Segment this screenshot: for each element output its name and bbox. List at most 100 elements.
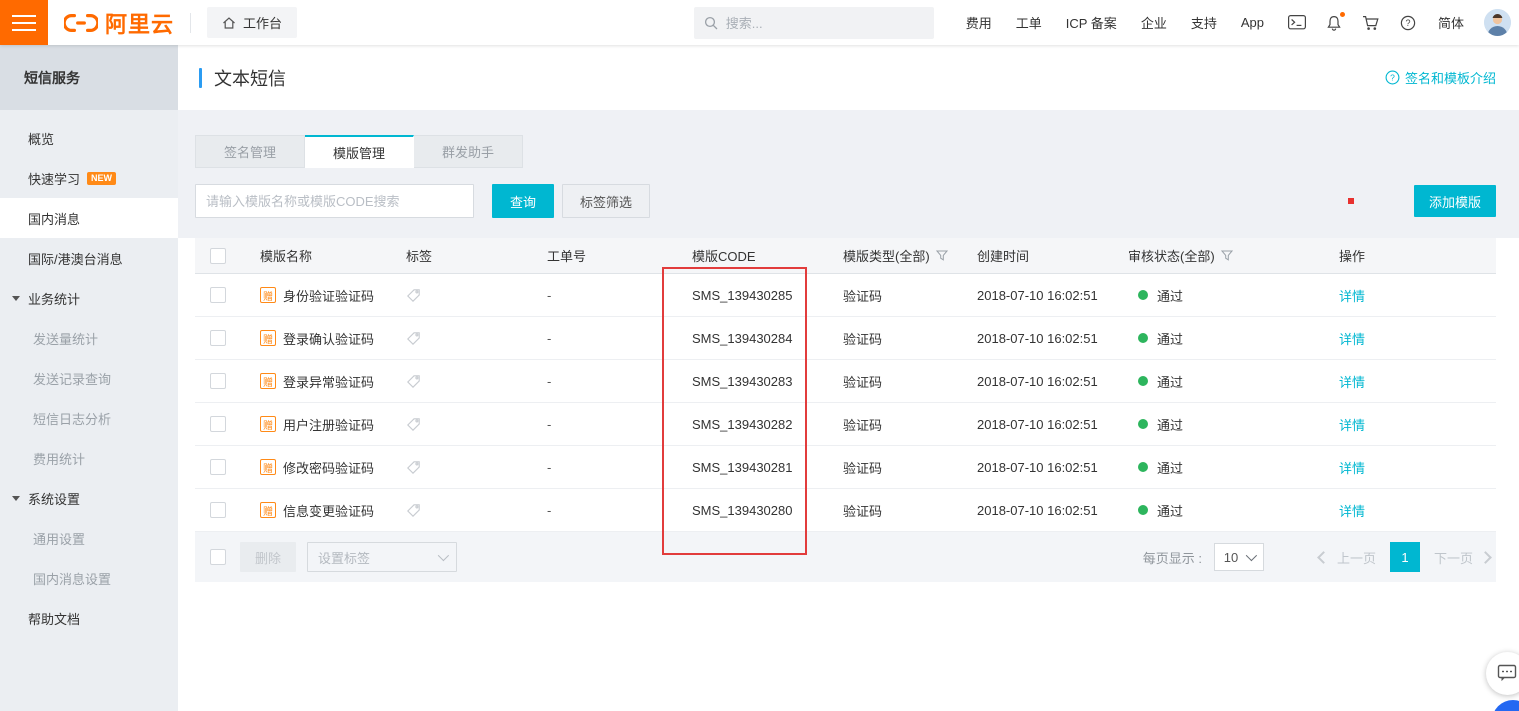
table-row: 赠登录异常验证码-SMS_139430283验证码2018-07-10 16:0…: [195, 360, 1496, 403]
tag-cell: [391, 417, 532, 432]
page-size-label: 每页显示 :: [1143, 548, 1202, 567]
table-row: 赠用户注册验证码-SMS_139430282验证码2018-07-10 16:0…: [195, 403, 1496, 446]
brand-name: 阿里云: [105, 7, 174, 39]
svg-text:?: ?: [1405, 18, 1410, 28]
help-icon[interactable]: ?: [1400, 15, 1416, 31]
sidebar-item[interactable]: 系统设置: [0, 478, 178, 518]
hamburger-menu-button[interactable]: [0, 0, 48, 45]
add-template-button[interactable]: 添加模版: [1414, 185, 1496, 217]
sidebar-item[interactable]: 发送记录查询: [0, 358, 178, 398]
topnav-search-input[interactable]: 搜索...: [694, 7, 934, 39]
column-header: 标签: [391, 246, 532, 265]
tag-icon[interactable]: [406, 460, 421, 475]
template-type-cell: 验证码: [828, 501, 962, 520]
sidebar-item[interactable]: 业务统计: [0, 278, 178, 318]
detail-link[interactable]: 详情: [1339, 415, 1365, 434]
tab-item[interactable]: 群发助手: [414, 135, 523, 168]
signature-template-intro-link[interactable]: ? 签名和模板介绍: [1385, 68, 1496, 87]
next-page-arrow-icon[interactable]: [1479, 551, 1492, 564]
template-type-cell: 验证码: [828, 329, 962, 348]
row-checkbox[interactable]: [210, 416, 226, 432]
column-label: 模版类型(全部): [843, 246, 930, 265]
avatar[interactable]: [1484, 9, 1511, 36]
set-tag-select[interactable]: 设置标签: [307, 542, 457, 572]
page-size-select[interactable]: 10: [1214, 543, 1264, 571]
tag-icon[interactable]: [406, 331, 421, 346]
workbench-button[interactable]: 工作台: [207, 7, 297, 38]
topnav-item[interactable]: App: [1241, 15, 1264, 30]
status-label: 通过: [1157, 329, 1183, 348]
sidebar-item[interactable]: 通用设置: [0, 518, 178, 558]
sidebar-item[interactable]: 短信日志分析: [0, 398, 178, 438]
filter-icon[interactable]: [1221, 250, 1233, 261]
detail-link[interactable]: 详情: [1339, 286, 1365, 305]
next-page-button[interactable]: 下一页: [1434, 548, 1473, 567]
topnav-item[interactable]: 支持: [1191, 13, 1217, 32]
sidebar-item[interactable]: 概览: [0, 118, 178, 158]
tab-active[interactable]: 模版管理: [305, 135, 414, 168]
ticket-cell: -: [532, 331, 677, 346]
detail-link[interactable]: 详情: [1339, 458, 1365, 477]
tag-icon[interactable]: [406, 503, 421, 518]
row-checkbox[interactable]: [210, 330, 226, 346]
gift-template-icon: 赠: [260, 287, 276, 303]
action-cell: 详情: [1324, 329, 1496, 348]
status-label: 通过: [1157, 286, 1183, 305]
prev-page-arrow-icon[interactable]: [1317, 551, 1330, 564]
row-checkbox[interactable]: [210, 373, 226, 389]
tag-filter-button[interactable]: 标签筛选: [562, 184, 650, 218]
locale-switch[interactable]: 简体: [1438, 13, 1464, 32]
row-checkbox[interactable]: [210, 287, 226, 303]
detail-link[interactable]: 详情: [1339, 501, 1365, 520]
row-checkbox[interactable]: [210, 459, 226, 475]
delete-button[interactable]: 删除: [240, 542, 296, 572]
table-row: 赠信息变更验证码-SMS_139430280验证码2018-07-10 16:0…: [195, 489, 1496, 532]
topnav-item[interactable]: ICP 备案: [1066, 13, 1117, 32]
cart-icon[interactable]: [1362, 15, 1380, 31]
tab-toolbar-band: 签名管理模版管理群发助手 查询 标签筛选 添加模版: [178, 110, 1519, 238]
topnav-item[interactable]: 工单: [1016, 13, 1042, 32]
created-time-cell: 2018-07-10 16:02:51: [962, 503, 1113, 518]
notification-bell-icon[interactable]: [1326, 15, 1342, 31]
detail-link[interactable]: 详情: [1339, 329, 1365, 348]
sidebar-item-label: 系统设置: [28, 489, 80, 508]
footer-select-all-checkbox[interactable]: [210, 549, 226, 565]
sidebar-item[interactable]: 帮助文档: [0, 598, 178, 638]
row-checkbox-cell: [195, 373, 245, 389]
status-cell: 通过: [1113, 415, 1324, 434]
tag-icon[interactable]: [406, 374, 421, 389]
template-search-input[interactable]: [195, 184, 474, 218]
detail-link[interactable]: 详情: [1339, 372, 1365, 391]
sidebar-item[interactable]: 发送量统计: [0, 318, 178, 358]
filter-icon[interactable]: [936, 250, 948, 261]
sidebar-item[interactable]: 国内消息设置: [0, 558, 178, 598]
tag-icon[interactable]: [406, 417, 421, 432]
template-name-cell: 赠用户注册验证码: [245, 415, 391, 434]
console-terminal-icon[interactable]: [1288, 15, 1306, 30]
svg-text:?: ?: [1390, 73, 1395, 83]
sidebar-item[interactable]: 国内消息: [0, 198, 178, 238]
topnav-item[interactable]: 企业: [1141, 13, 1167, 32]
status-cell: 通过: [1113, 372, 1324, 391]
topnav-item[interactable]: 费用: [966, 13, 992, 32]
status-label: 通过: [1157, 458, 1183, 477]
sidebar: 短信服务 概览快速学习NEW国内消息国际/港澳台消息业务统计发送量统计发送记录查…: [0, 45, 178, 711]
template-code-cell: SMS_139430280: [677, 503, 828, 518]
sidebar-item[interactable]: 国际/港澳台消息: [0, 238, 178, 278]
row-checkbox-cell: [195, 330, 245, 346]
status-pass-dot: [1138, 462, 1148, 472]
template-type-cell: 验证码: [828, 286, 962, 305]
select-all-checkbox[interactable]: [210, 248, 226, 264]
template-code-cell: SMS_139430281: [677, 460, 828, 475]
tab-item[interactable]: 签名管理: [195, 135, 305, 168]
query-button[interactable]: 查询: [492, 184, 554, 218]
gift-template-icon: 赠: [260, 330, 276, 346]
current-page-button[interactable]: 1: [1390, 542, 1420, 572]
row-checkbox[interactable]: [210, 502, 226, 518]
sidebar-item[interactable]: 快速学习NEW: [0, 158, 178, 198]
prev-page-button[interactable]: 上一页: [1337, 548, 1376, 567]
tag-icon[interactable]: [406, 288, 421, 303]
help-circle-icon: ?: [1385, 70, 1400, 85]
sidebar-item[interactable]: 费用统计: [0, 438, 178, 478]
aliyun-logo[interactable]: 阿里云: [64, 7, 174, 39]
